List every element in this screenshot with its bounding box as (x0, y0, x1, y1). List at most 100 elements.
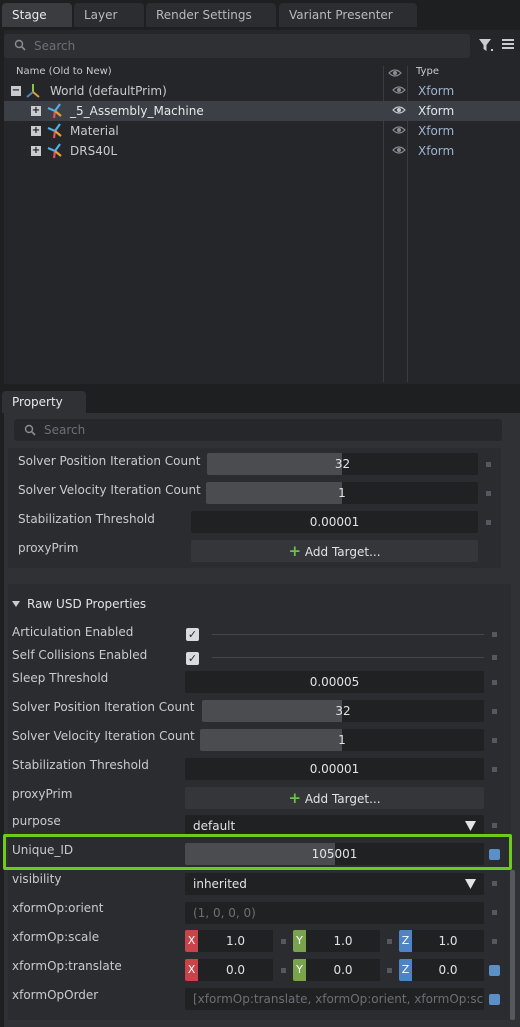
raw-usd-header[interactable]: Raw USD Properties (27, 597, 146, 611)
tree-type: Xform (418, 104, 455, 118)
orient-field[interactable]: (1, 0, 0, 0) (185, 902, 484, 924)
self-collisions-checkbox[interactable]: ✓ (186, 652, 199, 665)
tab-variant-presenter[interactable]: Variant Presenter (279, 3, 417, 27)
expand-icon[interactable]: + (31, 106, 41, 116)
translate-y-field[interactable]: 0.0 (306, 959, 380, 981)
solver-position-slider[interactable]: 32 (207, 453, 478, 475)
modified-indicator[interactable] (489, 965, 500, 976)
xform-icon (26, 84, 40, 98)
axis-z-label: Z (399, 930, 412, 952)
tree-row-drs40l[interactable]: + DRS40L Xform (4, 141, 520, 161)
translate-z-field[interactable]: 0.0 (412, 959, 484, 981)
axis-x-label: X (185, 959, 198, 981)
collapse-triangle-icon[interactable] (12, 600, 20, 608)
xform-op-order-field[interactable]: [xformOp:translate, xformOp:orient, xfor… (185, 988, 484, 1010)
plus-icon: + (288, 542, 302, 560)
eye-icon[interactable] (392, 145, 406, 155)
modified-indicator[interactable] (489, 994, 500, 1005)
tab-layer[interactable]: Layer (74, 3, 144, 27)
stage-tab-bar: Stage Layer Render Settings Variant Pres… (0, 0, 520, 30)
scale-z-field[interactable]: 1.0 (412, 930, 484, 952)
label-proxy-prim: proxyPrim (18, 541, 79, 555)
tab-property[interactable]: Property (2, 391, 86, 413)
axis-z-label: Z (399, 959, 412, 981)
scale-y-field[interactable]: 1.0 (306, 930, 380, 952)
reset-dot[interactable] (492, 655, 497, 660)
column-type-header[interactable]: Type (416, 66, 439, 81)
filter-icon[interactable] (477, 36, 495, 54)
search-icon (24, 424, 36, 436)
reset-dot[interactable] (492, 738, 497, 743)
tree-label: DRS40L (70, 144, 118, 158)
expand-icon[interactable]: + (31, 126, 41, 136)
reset-dot[interactable] (492, 823, 497, 828)
separator-dot (387, 939, 392, 944)
property-scrollbar[interactable] (510, 870, 515, 1020)
property-search-input[interactable]: Search (14, 419, 502, 441)
label-sleep-threshold: Sleep Threshold (12, 671, 109, 685)
reset-dot[interactable] (492, 680, 497, 685)
visibility-header-eye-icon (388, 69, 402, 77)
stabilization-field[interactable]: 0.00001 (191, 511, 478, 533)
label-solver-velocity: Solver Velocity Iteration Count (18, 483, 201, 497)
solver-velocity-slider[interactable]: 1 (200, 729, 484, 751)
label-self-collisions: Self Collisions Enabled (12, 648, 148, 662)
xform-icon (47, 123, 62, 139)
tree-row-material[interactable]: + Material Xform (4, 121, 520, 141)
dropdown-arrow-icon (465, 879, 476, 889)
label-visibility: visibility (12, 872, 62, 886)
stage-search-input[interactable]: Search (4, 34, 470, 58)
tree-type: Xform (418, 84, 455, 98)
visibility-dropdown[interactable]: inherited (185, 873, 484, 895)
solver-velocity-slider[interactable]: 1 (206, 482, 478, 504)
translate-x-field[interactable]: 0.0 (198, 959, 273, 981)
reset-dot[interactable] (492, 709, 497, 714)
divider (212, 634, 484, 635)
reset-dot[interactable] (492, 767, 497, 772)
reset-dot[interactable] (492, 939, 497, 944)
tree-type: Xform (418, 124, 455, 138)
property-tab-bar: Property (0, 390, 520, 413)
scale-x-field[interactable]: 1.0 (198, 930, 273, 952)
eye-icon[interactable] (392, 85, 406, 95)
tree-label: Material (70, 124, 119, 138)
tab-stage[interactable]: Stage (2, 3, 72, 27)
stabilization-field[interactable]: 0.00001 (185, 758, 484, 780)
label-xform-scale: xformOp:scale (12, 930, 100, 944)
plus-icon: + (288, 789, 302, 807)
collapse-icon[interactable]: − (11, 86, 21, 96)
divider (212, 657, 484, 658)
axis-x-label: X (185, 930, 198, 952)
label-stabilization: Stabilization Threshold (18, 512, 155, 526)
xform-icon (47, 143, 62, 159)
reset-dot[interactable] (492, 881, 497, 886)
eye-icon[interactable] (392, 125, 406, 135)
label-stabilization: Stabilization Threshold (12, 758, 149, 772)
highlight-box (3, 834, 512, 870)
expand-icon[interactable]: + (31, 146, 41, 156)
label-proxy-prim: proxyPrim (12, 787, 73, 801)
label-solver-position: Solver Position Iteration Count (12, 700, 195, 714)
reset-dot[interactable] (486, 520, 491, 525)
reset-dot[interactable] (486, 462, 491, 467)
dropdown-arrow-icon (465, 821, 476, 831)
tree-label: World (defaultPrim) (50, 84, 167, 98)
articulation-enabled-checkbox[interactable]: ✓ (186, 628, 199, 641)
reset-dot[interactable] (486, 491, 491, 496)
reset-dot[interactable] (492, 910, 497, 915)
label-articulation-enabled: Articulation Enabled (12, 625, 134, 639)
reset-dot[interactable] (492, 632, 497, 637)
xform-icon (47, 103, 62, 119)
separator-dot (387, 968, 392, 973)
eye-icon[interactable] (392, 105, 406, 115)
label-purpose: purpose (12, 814, 61, 828)
sleep-threshold-field[interactable]: 0.00005 (185, 671, 484, 693)
tree-row-world[interactable]: − World (defaultPrim) Xform (4, 81, 520, 101)
column-name-header[interactable]: Name (Old to New) (16, 66, 112, 81)
add-target-button[interactable]: + Add Target... (185, 787, 484, 809)
add-target-button[interactable]: + Add Target... (191, 540, 478, 562)
tree-row-assembly-machine[interactable]: + _5_Assembly_Machine Xform (4, 101, 520, 121)
tab-render-settings[interactable]: Render Settings (146, 3, 276, 27)
solver-position-slider[interactable]: 32 (202, 700, 484, 722)
menu-icon[interactable] (499, 36, 517, 54)
